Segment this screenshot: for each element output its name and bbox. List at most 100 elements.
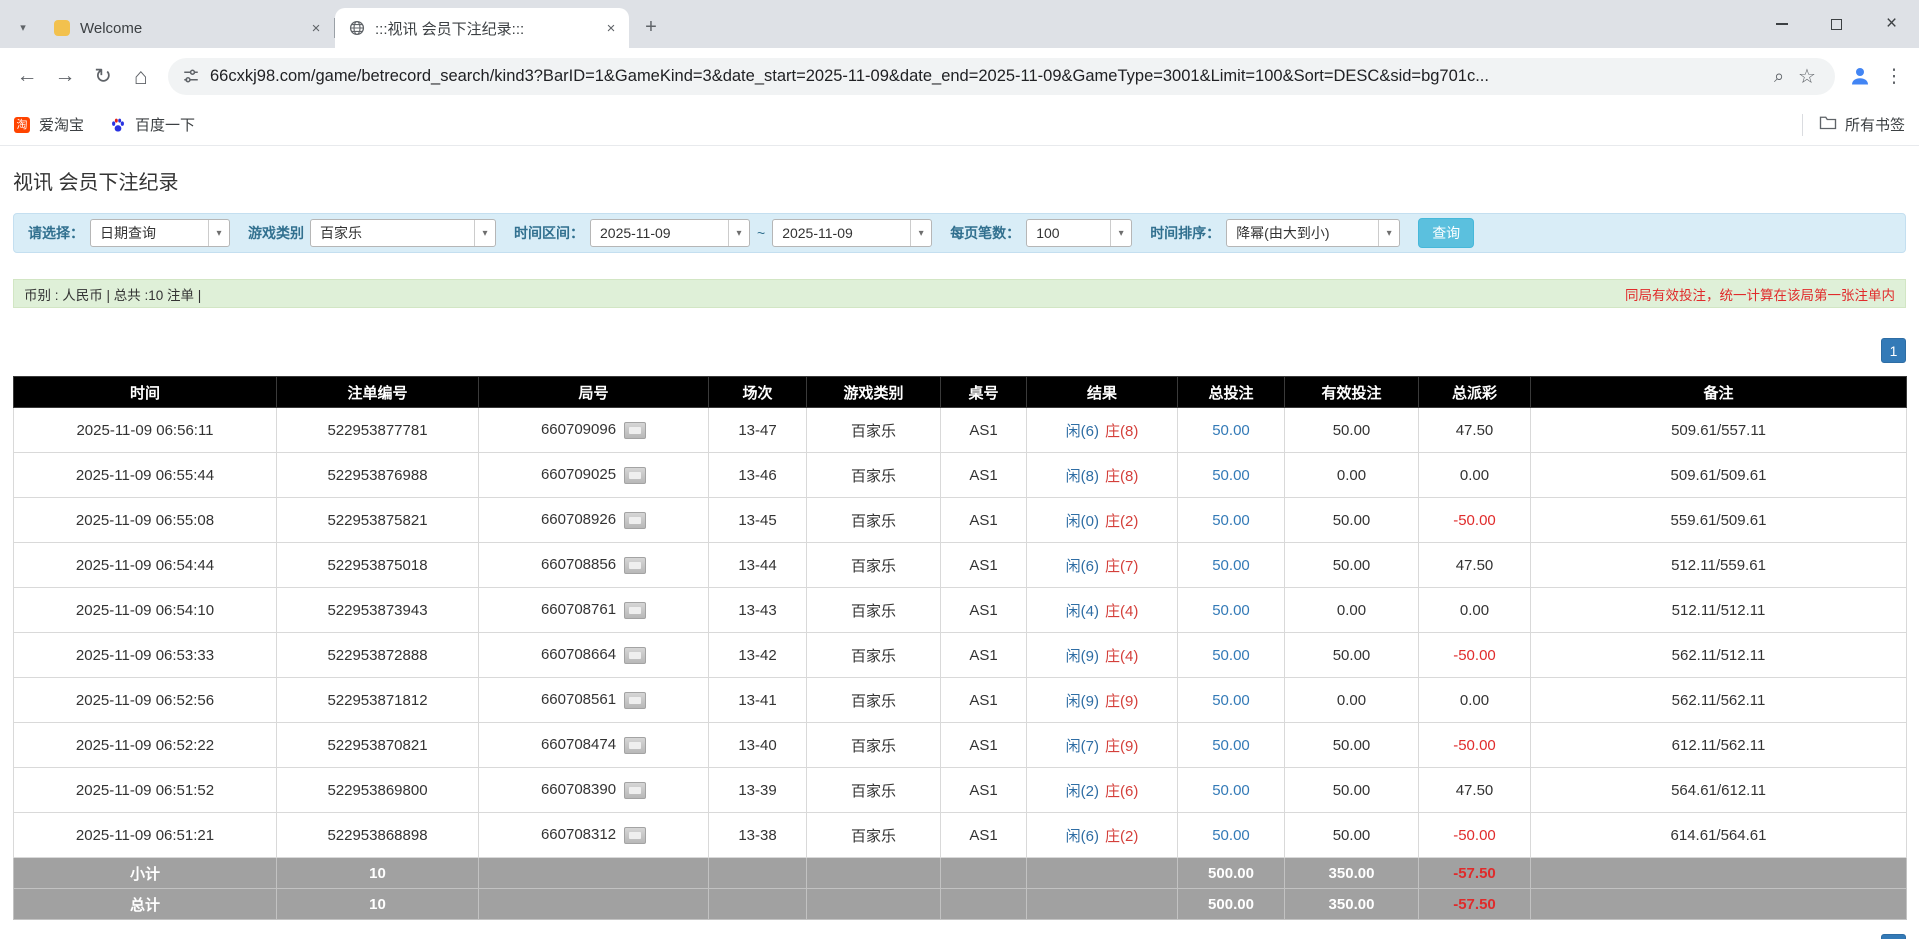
view-round-icon[interactable]: [624, 602, 646, 619]
table-row: 2025-11-09 06:51:21 522953868898 6607083…: [14, 813, 1907, 858]
cell-session: 13-45: [709, 498, 807, 543]
cell-table-no: AS1: [941, 723, 1027, 768]
total-bet-link[interactable]: 50.00: [1212, 737, 1250, 754]
total-bet-link[interactable]: 50.00: [1212, 467, 1250, 484]
view-round-icon[interactable]: [624, 467, 646, 484]
view-round-icon[interactable]: [624, 647, 646, 664]
cell-round-id: 660708926: [479, 498, 709, 543]
cell-time: 2025-11-09 06:51:52: [14, 768, 277, 813]
bookmark-star-icon[interactable]: ☆: [1793, 62, 1821, 90]
chevron-down-icon: ▾: [1110, 220, 1131, 246]
date-start-select[interactable]: 2025-11-09 ▾: [590, 219, 750, 247]
game-type-select[interactable]: 百家乐 ▾: [310, 219, 496, 247]
forward-icon[interactable]: →: [46, 57, 84, 95]
cell-game-type: 百家乐: [807, 813, 941, 858]
view-round-icon[interactable]: [624, 512, 646, 529]
total-bet-link[interactable]: 50.00: [1212, 647, 1250, 664]
tab-betrecord[interactable]: :::视讯 会员下注纪录::: ×: [335, 8, 629, 48]
close-window-button[interactable]: ×: [1864, 0, 1919, 48]
bookmark-taobao[interactable]: 淘 爱淘宝: [14, 114, 84, 135]
total-bet-link[interactable]: 50.00: [1212, 557, 1250, 574]
cell-bet-id: 522953870821: [277, 723, 479, 768]
tab-welcome[interactable]: Welcome ×: [40, 8, 334, 48]
result-player: 闲(2): [1066, 783, 1099, 800]
cell-result: 闲(7)庄(9): [1027, 723, 1178, 768]
total-bet-link[interactable]: 50.00: [1212, 602, 1250, 619]
round-id-text: 660708856: [541, 556, 616, 573]
cell-bet-id: 522953875821: [277, 498, 479, 543]
tab-close-icon[interactable]: ×: [306, 18, 326, 38]
page-number-button[interactable]: 1: [1881, 338, 1906, 363]
cell-valid-bet: 50.00: [1285, 408, 1419, 453]
cell-valid-bet: 50.00: [1285, 633, 1419, 678]
back-icon[interactable]: ←: [8, 57, 46, 95]
cell-bet-id: 522953877781: [277, 408, 479, 453]
total-bet-link[interactable]: 50.00: [1212, 827, 1250, 844]
cell-valid-bet: 50.00: [1285, 498, 1419, 543]
zoom-icon[interactable]: ⌕: [1765, 62, 1793, 90]
home-icon[interactable]: ⌂: [122, 57, 160, 95]
view-round-icon[interactable]: [624, 827, 646, 844]
search-button[interactable]: 查询: [1418, 218, 1474, 248]
date-end-select[interactable]: 2025-11-09 ▾: [772, 219, 932, 247]
view-round-icon[interactable]: [624, 422, 646, 439]
total-bet-link[interactable]: 50.00: [1212, 422, 1250, 439]
view-round-icon[interactable]: [624, 737, 646, 754]
total-bet-link[interactable]: 50.00: [1212, 782, 1250, 799]
view-round-icon[interactable]: [624, 557, 646, 574]
profile-avatar-icon[interactable]: [1843, 59, 1877, 93]
welcome-favicon: [54, 20, 70, 36]
cell-table-no: AS1: [941, 453, 1027, 498]
cell-game-type: 百家乐: [807, 408, 941, 453]
cell-remark: 509.61/509.61: [1531, 453, 1907, 498]
cell-remark: 562.11/512.11: [1531, 633, 1907, 678]
cell-round-id: 660708561: [479, 678, 709, 723]
maximize-button[interactable]: [1809, 0, 1864, 48]
result-banker: 庄(2): [1105, 828, 1138, 845]
sort-label: 时间排序：: [1150, 223, 1220, 243]
all-bookmarks-button[interactable]: 所有书签: [1819, 114, 1905, 135]
bookmark-label: 百度一下: [135, 114, 195, 135]
total-valid-bet: 350.00: [1285, 889, 1419, 920]
date-start-value: 2025-11-09: [591, 220, 728, 246]
tab-search-icon[interactable]: ▾: [10, 14, 36, 40]
address-bar[interactable]: 66cxkj98.com/game/betrecord_search/kind3…: [168, 58, 1835, 95]
result-player: 闲(0): [1066, 513, 1099, 530]
bookmark-baidu[interactable]: 百度一下: [110, 114, 195, 135]
cell-result: 闲(2)庄(6): [1027, 768, 1178, 813]
bookmarks-divider: [1802, 114, 1803, 136]
round-id-text: 660709025: [541, 466, 616, 483]
cell-round-id: 660709096: [479, 408, 709, 453]
cell-time: 2025-11-09 06:56:11: [14, 408, 277, 453]
sort-select[interactable]: 降幂(由大到小) ▾: [1226, 219, 1400, 247]
cell-time: 2025-11-09 06:54:44: [14, 543, 277, 588]
view-round-icon[interactable]: [624, 692, 646, 709]
page-number-button[interactable]: 1: [1881, 934, 1906, 939]
minimize-button[interactable]: [1754, 0, 1809, 48]
refresh-icon[interactable]: ↻: [84, 57, 122, 95]
total-label: 总计: [14, 889, 277, 920]
globe-icon: [349, 20, 365, 36]
url-text: 66cxkj98.com/game/betrecord_search/kind3…: [210, 67, 1765, 86]
new-tab-button[interactable]: +: [637, 13, 665, 41]
cell-session: 13-47: [709, 408, 807, 453]
site-settings-icon[interactable]: [182, 67, 200, 85]
cell-game-type: 百家乐: [807, 633, 941, 678]
browser-menu-icon[interactable]: ⋮: [1877, 59, 1911, 93]
cell-payout: 0.00: [1419, 588, 1531, 633]
tab-title: :::视讯 会员下注纪录:::: [375, 18, 601, 39]
total-bet-link[interactable]: 50.00: [1212, 692, 1250, 709]
cell-valid-bet: 0.00: [1285, 588, 1419, 633]
cell-time: 2025-11-09 06:52:22: [14, 723, 277, 768]
result-banker: 庄(8): [1105, 468, 1138, 485]
cell-round-id: 660708856: [479, 543, 709, 588]
tab-close-icon[interactable]: ×: [601, 18, 621, 38]
view-round-icon[interactable]: [624, 782, 646, 799]
total-bet-link[interactable]: 50.00: [1212, 512, 1250, 529]
tab-strip: ▾ Welcome × :::视讯 会员下注纪录::: × + ×: [0, 0, 1919, 48]
cell-table-no: AS1: [941, 408, 1027, 453]
result-player: 闲(7): [1066, 738, 1099, 755]
query-type-select[interactable]: 日期查询 ▾: [90, 219, 230, 247]
page-size-select[interactable]: 100 ▾: [1026, 219, 1132, 247]
cell-payout: -50.00: [1419, 633, 1531, 678]
